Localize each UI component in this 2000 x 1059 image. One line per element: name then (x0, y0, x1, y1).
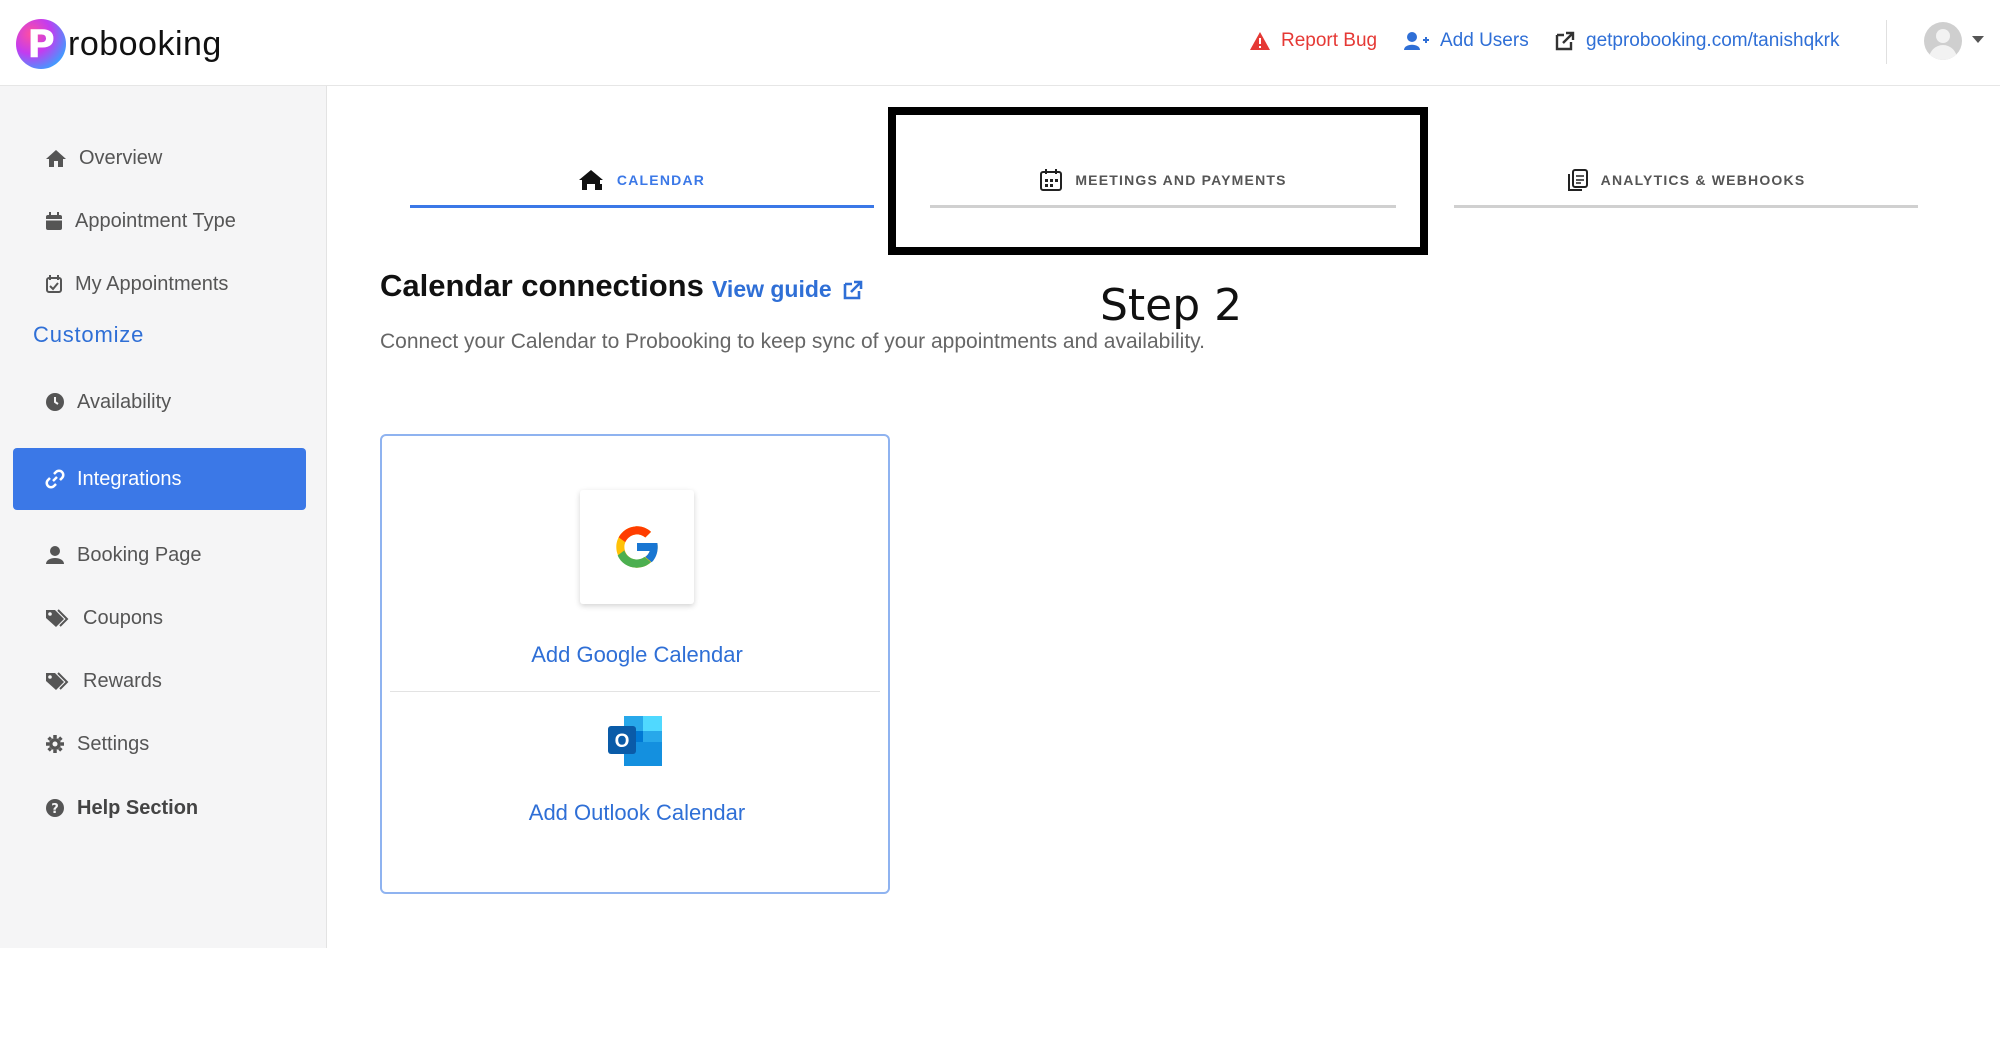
tab-analytics-and-webhooks[interactable]: ANALYTICS & WEBHOOKS (1454, 150, 1918, 210)
external-link-icon (1555, 31, 1575, 51)
tab-label: ANALYTICS & WEBHOOKS (1600, 172, 1806, 188)
sidebar-item-overview[interactable]: Overview (45, 138, 162, 178)
logo-badge: P (16, 19, 66, 69)
sidebar-item-label: Availability (77, 390, 172, 413)
tab-analytics-underline (1454, 205, 1918, 208)
clock-icon (46, 393, 64, 411)
sidebar-item-rewards[interactable]: Rewards (45, 661, 162, 701)
user-icon (46, 546, 64, 564)
page-subtitle: Connect your Calendar to Probooking to k… (380, 330, 1205, 353)
question-circle-icon: ? (46, 799, 64, 817)
report-bug-label: Report Bug (1281, 30, 1378, 51)
logo-text: robooking (68, 24, 222, 63)
chevron-down-icon[interactable] (1972, 36, 1984, 43)
external-link-icon (843, 280, 863, 299)
gear-icon (46, 735, 64, 753)
sidebar-item-label: Rewards (83, 669, 162, 692)
avatar[interactable] (1924, 22, 1962, 60)
add-outlook-calendar-link[interactable]: Add Outlook Calendar (382, 800, 892, 826)
sidebar-item-label: Appointment Type (75, 209, 236, 232)
svg-text:?: ? (51, 802, 59, 817)
calendar-icon (46, 212, 62, 230)
view-guide-label: View guide (712, 276, 832, 302)
public-link-label: getprobooking.com/tanishqkrk (1586, 30, 1840, 51)
sidebar-item-label: Booking Page (77, 543, 202, 566)
sidebar-item-settings[interactable]: Settings (45, 724, 149, 764)
sidebar-item-my-appointments[interactable]: My Appointments (45, 264, 228, 304)
google-calendar-button[interactable] (580, 490, 694, 604)
step-label: Step 2 (1100, 280, 1243, 331)
tags-icon (46, 672, 69, 690)
header-divider (1886, 20, 1887, 64)
probooking-logo[interactable]: P robooking (16, 18, 222, 70)
add-users-link[interactable]: Add Users (1404, 28, 1529, 54)
sidebar-item-appointment-type[interactable]: Appointment Type (45, 201, 236, 241)
add-users-label: Add Users (1440, 30, 1529, 51)
user-plus-icon (1404, 32, 1429, 50)
calendar-check-icon (46, 275, 62, 293)
tab-label: CALENDAR (616, 172, 706, 188)
sidebar-item-label: Coupons (83, 606, 164, 629)
google-icon (616, 526, 660, 568)
public-booking-link[interactable]: getprobooking.com/tanishqkrk (1554, 28, 1839, 54)
sidebar-item-label: Help Section (77, 796, 199, 819)
home-icon (46, 150, 66, 167)
add-google-calendar-link[interactable]: Add Google Calendar (382, 642, 892, 668)
sidebar-item-integrations[interactable]: Integrations (13, 448, 306, 510)
sidebar-item-label: Overview (79, 146, 163, 169)
page-title: Calendar connections (380, 268, 704, 303)
sidebar-item-coupons[interactable]: Coupons (45, 598, 163, 638)
tab-calendar-underline (410, 205, 874, 208)
top-header: P robooking Report Bug Add Users getprob… (0, 0, 2000, 86)
link-icon (45, 469, 65, 489)
sidebar: Overview Appointment Type My Appointment… (0, 86, 327, 948)
report-bug-link[interactable]: Report Bug (1249, 28, 1377, 54)
warning-icon (1250, 32, 1270, 50)
calendar-home-icon (578, 170, 603, 190)
sidebar-item-availability[interactable]: Availability (45, 382, 171, 422)
analytics-document-icon (1567, 169, 1588, 191)
tags-icon (46, 609, 69, 627)
card-divider (390, 691, 880, 692)
sidebar-item-help-section[interactable]: ? Help Section (45, 788, 198, 828)
view-guide-link[interactable]: View guide (712, 276, 864, 303)
sidebar-item-booking-page[interactable]: Booking Page (45, 535, 202, 575)
customize-heading: Customize (33, 322, 145, 347)
sidebar-item-label: Settings (77, 732, 150, 755)
sidebar-item-label: Integrations (77, 467, 182, 490)
outlook-letter: O (615, 731, 630, 752)
sidebar-item-label: My Appointments (75, 272, 229, 295)
outlook-icon[interactable]: O (606, 712, 666, 770)
step-highlight-box (888, 107, 1428, 255)
tab-calendar[interactable]: CALENDAR (410, 150, 874, 210)
calendar-connections-card: Add Google Calendar O Add Outlook Calend… (380, 434, 890, 894)
